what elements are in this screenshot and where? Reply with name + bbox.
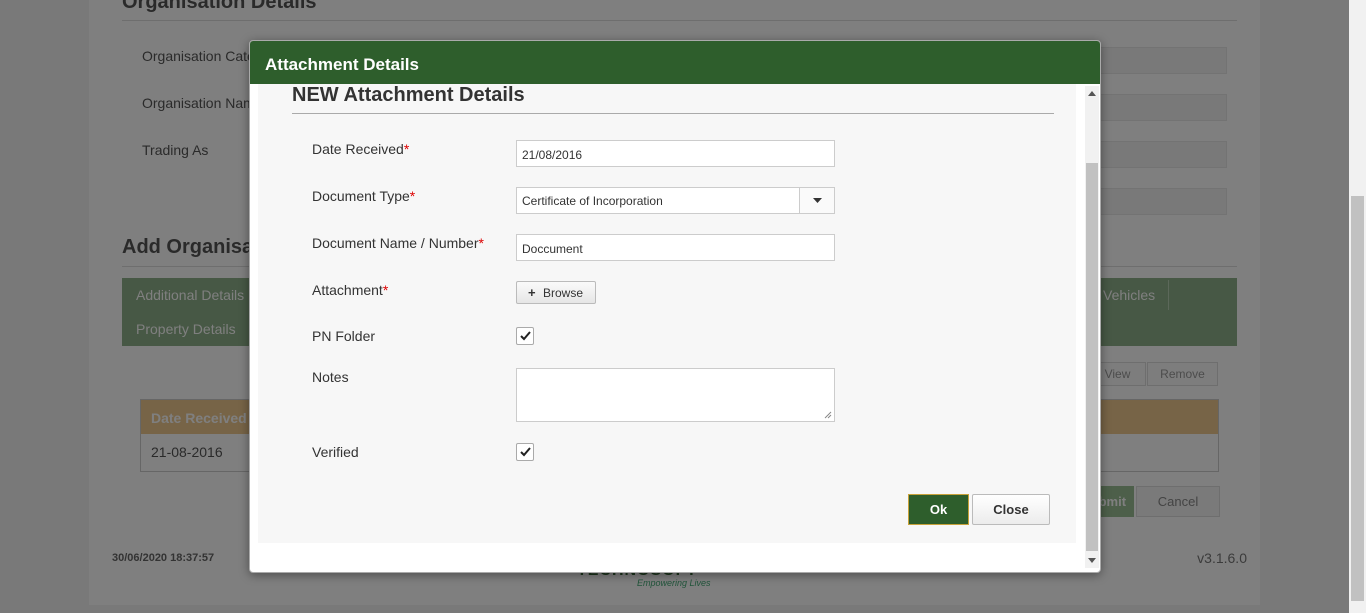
- date-received-label: Date Received*: [312, 141, 410, 157]
- verified-label: Verified: [312, 444, 359, 460]
- resize-grip-icon[interactable]: [824, 411, 832, 419]
- verified-checkbox[interactable]: [516, 443, 534, 461]
- document-type-label: Document Type*: [312, 188, 416, 204]
- scroll-down-icon[interactable]: [1088, 558, 1096, 563]
- notes-textarea[interactable]: [516, 368, 835, 422]
- scroll-up-icon[interactable]: [1088, 91, 1096, 96]
- dialog-scrollbar-thumb[interactable]: [1086, 163, 1098, 551]
- browse-label: Browse: [543, 286, 584, 300]
- document-name-label: Document Name / Number*: [312, 235, 484, 251]
- attachment-label: Attachment*: [312, 282, 389, 298]
- document-type-value: Certificate of Incorporation: [522, 194, 663, 208]
- document-name-input[interactable]: Doccument: [516, 234, 835, 261]
- document-type-select[interactable]: Certificate of Incorporation: [516, 187, 835, 214]
- dropdown-toggle[interactable]: [799, 188, 834, 213]
- checkmark-icon: [520, 331, 531, 341]
- close-button[interactable]: Close: [972, 494, 1050, 525]
- pn-folder-label: PN Folder: [312, 328, 376, 344]
- pn-folder-checkbox[interactable]: [516, 327, 534, 345]
- checkmark-icon: [520, 447, 531, 457]
- chevron-down-icon: [813, 198, 822, 203]
- page-scrollbar[interactable]: [1349, 0, 1366, 613]
- form-title-divider: [292, 113, 1054, 114]
- attachment-dialog: Attachment Details NEW Attachment Detail…: [249, 40, 1101, 573]
- notes-label: Notes: [312, 369, 349, 385]
- plus-icon: +: [528, 285, 536, 300]
- form-title: NEW Attachment Details: [292, 84, 525, 106]
- browse-button[interactable]: + Browse: [516, 281, 596, 304]
- dialog-scrollbar[interactable]: [1085, 86, 1099, 568]
- date-received-input[interactable]: 21/08/2016: [516, 140, 835, 167]
- dialog-title: Attachment Details: [250, 41, 1100, 84]
- ok-button[interactable]: Ok: [908, 494, 969, 525]
- dialog-body: NEW Attachment Details Date Received* 21…: [258, 84, 1076, 543]
- page-scrollbar-thumb[interactable]: [1351, 196, 1364, 601]
